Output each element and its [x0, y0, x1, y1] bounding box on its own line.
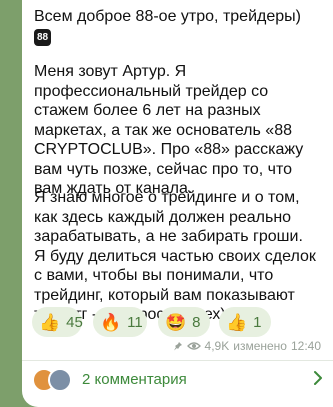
star-struck-icon: 🤩: [165, 312, 187, 332]
message-time: 12:40: [290, 339, 321, 353]
paragraph-line: с вами, чтобы вы понимали, что: [34, 267, 274, 284]
paragraph-line: как здесь каждый должен реально: [34, 208, 292, 226]
comments-label: 2 комментария: [82, 371, 187, 388]
reaction-count: 8: [192, 313, 201, 331]
paragraph-line: Я знаю многое о трейдинге и о том,: [34, 189, 300, 206]
reaction-thumbs-up-alt[interactable]: 👍 1: [219, 307, 271, 337]
reaction-count: 11: [127, 313, 143, 331]
paragraph-line: Я буду делиться частью своих сделок: [34, 247, 316, 265]
comments-divider: [22, 360, 333, 361]
views-count: 4,9K: [204, 339, 230, 353]
reaction-count: 1: [253, 313, 262, 331]
paragraph-line: вам чуть позже, сейчас про то, что: [34, 160, 293, 178]
message-bubble: Всем доброе 88-ое утро, трейдеры) 88 Мен…: [22, 0, 333, 407]
message-meta: 4,9K изменено 12:40: [173, 339, 321, 353]
reaction-star-struck[interactable]: 🤩 8: [158, 307, 210, 337]
paragraph-line: Меня зовут Артур. Я: [34, 63, 187, 80]
comments-link[interactable]: 2 комментария: [32, 362, 323, 400]
paragraph-line: трейдинг, который вам показывают: [34, 286, 295, 304]
emoji-88-icon: 88: [34, 29, 51, 46]
edited-label: изменено: [233, 339, 287, 353]
reaction-thumbs-up[interactable]: 👍 45: [32, 307, 83, 337]
chevron-right-icon: [314, 371, 322, 385]
greeting-text: Всем доброе 88-ое утро, трейдеры): [34, 8, 301, 25]
avatar: [48, 368, 72, 392]
thumbs-up-icon: 👍: [226, 312, 248, 332]
eye-icon: [186, 342, 201, 350]
paragraph-intro: Меня зовут Артур. Я профессиональный тре…: [34, 62, 324, 199]
fire-icon: 🔥: [100, 312, 122, 332]
thumbs-up-icon: 👍: [39, 312, 61, 332]
paragraph-line: зарабатывать, а не забирать гроши.: [34, 228, 303, 245]
paragraph-line: стажем более 6 лет на разных: [34, 102, 261, 119]
paragraph-line: CRYPTOCLUB». Про «88» расскажу: [34, 141, 304, 158]
paragraph-line: маркетах, а так же основатель «88: [34, 121, 292, 139]
reaction-count: 45: [66, 313, 83, 331]
reaction-fire[interactable]: 🔥 11: [93, 307, 147, 337]
paragraph-trading: Я знаю многое о трейдинге и о том, как з…: [34, 188, 324, 325]
paragraph-line: профессиональный трейдер со: [34, 82, 269, 100]
pin-icon: [173, 342, 182, 351]
